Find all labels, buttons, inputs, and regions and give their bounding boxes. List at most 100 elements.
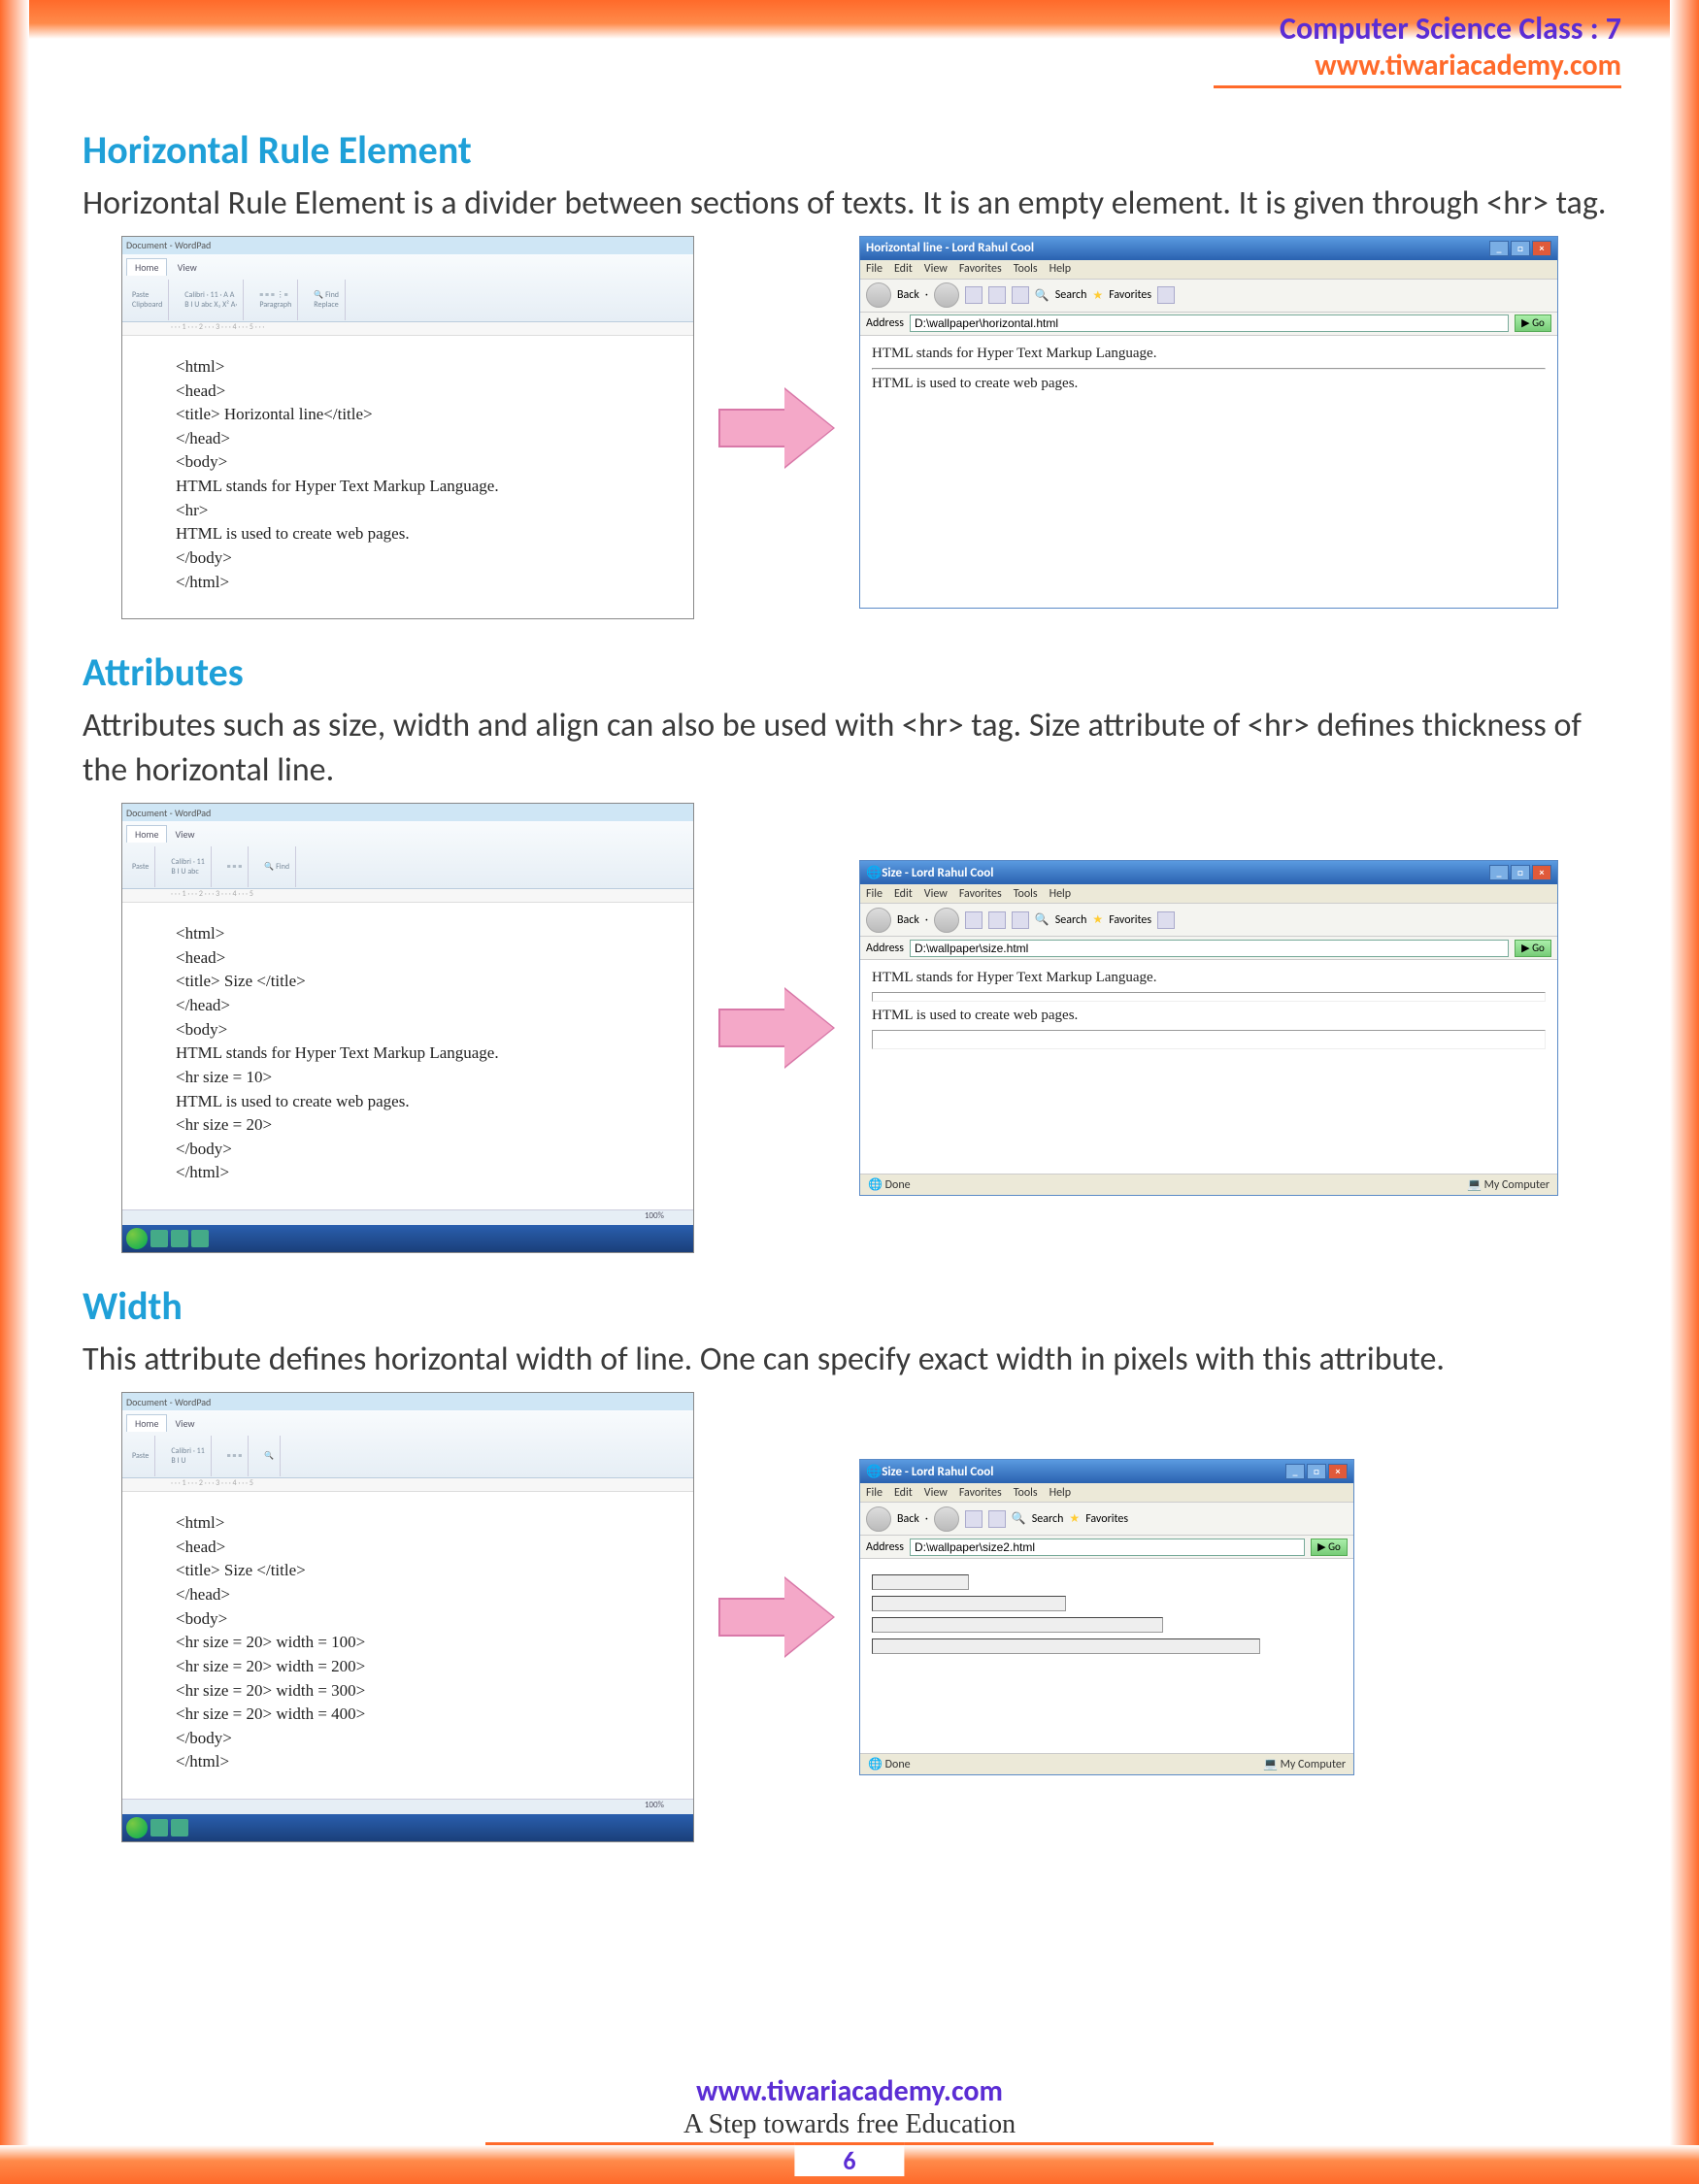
menu-favorites[interactable]: Favorites (959, 262, 1002, 276)
home-icon[interactable] (1012, 911, 1029, 929)
address-input[interactable] (910, 1539, 1305, 1556)
menu-view[interactable]: View (924, 1486, 948, 1500)
close-button[interactable]: × (1532, 865, 1551, 880)
ie-body-1: HTML stands for Hyper Text Markup Langua… (860, 336, 1557, 608)
menu-help[interactable]: Help (1049, 262, 1072, 276)
wordpad-editor-3[interactable]: <html><head><title> Size </title></head>… (122, 1492, 693, 1799)
menu-favorites[interactable]: Favorites (959, 1486, 1002, 1500)
refresh-icon[interactable] (965, 1510, 983, 1528)
tab-view[interactable]: View (170, 259, 205, 276)
wordpad-titlebar: Document - WordPad (122, 237, 693, 254)
header-site-url: www.tiwariacademy.com (1214, 48, 1621, 83)
address-input[interactable] (910, 314, 1509, 332)
menu-view[interactable]: View (924, 887, 948, 901)
wordpad-ribbon: Home View PasteClipboard Calibri · 11 · … (122, 254, 693, 322)
tab-view[interactable]: View (167, 826, 202, 843)
forward-button[interactable] (934, 282, 959, 308)
wordpad-window-1: Document - WordPad Home View PasteClipbo… (121, 236, 694, 619)
menu-file[interactable]: File (866, 1486, 883, 1500)
ie-body-2: HTML stands for Hyper Text Markup Langua… (860, 960, 1557, 1174)
wordpad-editor-2[interactable]: <html><head><title> Size </title></head>… (122, 903, 693, 1209)
wordpad-titlebar: Document - WordPad (122, 804, 693, 821)
menu-edit[interactable]: Edit (894, 1486, 913, 1500)
start-orb-icon[interactable] (126, 1817, 148, 1838)
ie-addressbar: Address▶ Go (860, 1536, 1353, 1559)
footer-tagline: A Step towards free Education (0, 2109, 1699, 2140)
wordpad-statusbar: 100% (122, 1799, 693, 1814)
menu-edit[interactable]: Edit (894, 262, 913, 276)
example-row-1: Document - WordPad Home View PasteClipbo… (121, 236, 1616, 619)
ie-toolbar: Back · 🔍Search ★Favorites (860, 904, 1557, 937)
minimize-button[interactable]: _ (1285, 1464, 1305, 1479)
wordpad-editor-1[interactable]: <html><head><title> Horizontal line</tit… (122, 336, 693, 618)
go-button[interactable]: ▶ Go (1515, 314, 1551, 332)
back-button[interactable] (866, 282, 891, 308)
forward-button[interactable] (934, 908, 959, 933)
example-row-3: Document - WordPad HomeView PasteCalibri… (121, 1392, 1616, 1842)
ribbon-editing: 🔍 FindReplace (308, 280, 346, 320)
close-button[interactable]: × (1328, 1464, 1348, 1479)
example-row-2: Document - WordPad HomeView PasteCalibri… (121, 803, 1616, 1253)
tab-view[interactable]: View (167, 1415, 202, 1432)
ie-addressbar: Address▶ Go (860, 937, 1557, 960)
taskbar (122, 1814, 693, 1841)
ie-addressbar: Address▶ Go (860, 313, 1557, 336)
page-border-right (1670, 0, 1699, 2184)
heading-width: Width (83, 1282, 1616, 1330)
menu-favorites[interactable]: Favorites (959, 887, 1002, 901)
home-icon[interactable] (988, 1510, 1006, 1528)
footer: www.tiwariacademy.com A Step towards fre… (0, 2073, 1699, 2140)
wordpad-ruler: · · · 1 · · · 2 · · · 3 · · · 4 · · · 5 (122, 889, 693, 903)
page-number: 6 (794, 2142, 904, 2176)
wordpad-ruler: · · · 1 · · · 2 · · · 3 · · · 4 · · · 5 … (122, 322, 693, 336)
stop-icon[interactable] (965, 286, 983, 304)
menu-view[interactable]: View (924, 262, 948, 276)
menu-file[interactable]: File (866, 262, 883, 276)
wordpad-ribbon: HomeView PasteCalibri · 11B I U≡ ≡ ≡🔍 (122, 1410, 693, 1478)
start-orb-icon[interactable] (126, 1228, 148, 1249)
ie-titlebar: 🌐 Size - Lord Rahul Cool_□× (860, 1460, 1353, 1483)
arrow-icon (718, 1578, 835, 1656)
history-icon[interactable] (1157, 286, 1175, 304)
menu-edit[interactable]: Edit (894, 887, 913, 901)
minimize-button[interactable]: _ (1489, 865, 1509, 880)
taskbar (122, 1225, 693, 1252)
ie-titlebar: Horizontal line - Lord Rahul Cool_□× (860, 237, 1557, 260)
menu-help[interactable]: Help (1049, 1486, 1072, 1500)
home-icon[interactable] (1012, 286, 1029, 304)
class-label: Computer Science Class : 7 (1214, 10, 1621, 48)
ie-window-1: Horizontal line - Lord Rahul Cool_□× Fil… (859, 236, 1558, 609)
ie-menubar: File Edit View Favorites Tools Help (860, 260, 1557, 280)
forward-button[interactable] (934, 1506, 959, 1532)
menu-tools[interactable]: Tools (1014, 887, 1038, 901)
address-input[interactable] (910, 940, 1509, 957)
go-button[interactable]: ▶ Go (1515, 940, 1551, 957)
arrow-icon (718, 389, 835, 467)
ie-statusbar: 🌐 Done💻 My Computer (860, 1174, 1557, 1195)
stop-icon[interactable] (965, 911, 983, 929)
wordpad-ruler: · · · 1 · · · 2 · · · 3 · · · 4 · · · 5 (122, 1478, 693, 1492)
refresh-icon[interactable] (988, 911, 1006, 929)
minimize-button[interactable]: _ (1489, 241, 1509, 256)
maximize-button[interactable]: □ (1511, 241, 1530, 256)
footer-site-url: www.tiwariacademy.com (0, 2073, 1699, 2109)
back-button[interactable] (866, 908, 891, 933)
refresh-icon[interactable] (988, 286, 1006, 304)
close-button[interactable]: × (1532, 241, 1551, 256)
media-icon[interactable] (1157, 911, 1175, 929)
menu-help[interactable]: Help (1049, 887, 1072, 901)
ie-statusbar: 🌐 Done💻 My Computer (860, 1753, 1353, 1774)
tab-home[interactable]: Home (126, 258, 167, 276)
ribbon-paragraph: ≡ ≡ ≡ ⋮≡Paragraph (253, 280, 298, 320)
menu-file[interactable]: File (866, 887, 883, 901)
tab-home[interactable]: Home (126, 825, 167, 843)
back-button[interactable] (866, 1506, 891, 1532)
heading-attributes: Attributes (83, 648, 1616, 696)
menu-tools[interactable]: Tools (1014, 1486, 1038, 1500)
maximize-button[interactable]: □ (1307, 1464, 1326, 1479)
page-border-left (0, 0, 29, 2184)
tab-home[interactable]: Home (126, 1414, 167, 1432)
maximize-button[interactable]: □ (1511, 865, 1530, 880)
go-button[interactable]: ▶ Go (1311, 1539, 1348, 1556)
menu-tools[interactable]: Tools (1014, 262, 1038, 276)
